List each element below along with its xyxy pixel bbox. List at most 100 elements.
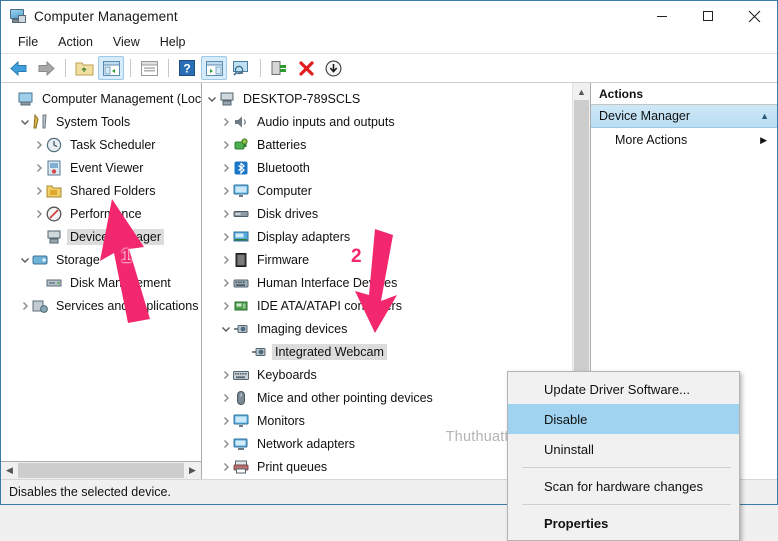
context-menu[interactable]: Update Driver Software...DisableUninstal… (507, 371, 740, 541)
maximize-button[interactable] (685, 1, 731, 31)
hscroll-track[interactable] (18, 462, 184, 479)
device-tree-item[interactable]: Firmware (202, 248, 572, 271)
device-tree-item-label: Monitors (254, 413, 308, 429)
menu-file[interactable]: File (9, 33, 47, 51)
hscroll-left-arrow[interactable]: ◀ (1, 462, 18, 479)
sidebar-item-services-and-applications[interactable]: Services and Applications (1, 294, 201, 317)
main-body: Computer Management (Local System ToolsTa… (1, 83, 777, 479)
device-tree-item-label: Integrated Webcam (272, 344, 387, 360)
tree-item-label: Storage (53, 252, 103, 268)
device-tree-item-label: Disk drives (254, 206, 321, 222)
sidebar-item-performance[interactable]: Performance (1, 202, 201, 225)
chevron-up-icon[interactable]: ▲ (760, 111, 769, 121)
svg-text:?: ? (183, 62, 190, 76)
device-tree-item[interactable]: Batteries (202, 133, 572, 156)
actions-group-device-manager[interactable]: Device Manager ▲ (591, 105, 777, 128)
chevron-right-icon[interactable] (218, 140, 233, 150)
device-tree-item[interactable]: Bluetooth (202, 156, 572, 179)
context-menu-item-scan-for-hardware-changes[interactable]: Scan for hardware changes (508, 471, 739, 501)
console-tree[interactable]: Computer Management (Local System ToolsTa… (1, 83, 201, 461)
chevron-right-icon[interactable] (218, 255, 233, 265)
chevron-right-icon[interactable] (218, 462, 233, 472)
sidebar-item-task-scheduler[interactable]: Task Scheduler (1, 133, 201, 156)
firmware-icon (233, 252, 250, 268)
chevron-right-icon[interactable] (218, 416, 233, 426)
device-tree-item[interactable]: IDE ATA/ATAPI controllers (202, 294, 572, 317)
device-tree-item[interactable]: Imaging devices (202, 317, 572, 340)
chevron-right-icon[interactable] (31, 163, 46, 173)
sidebar-item-shared-folders[interactable]: Shared Folders (1, 179, 201, 202)
chevron-down-icon[interactable] (204, 94, 219, 104)
chevron-right-icon[interactable] (218, 117, 233, 127)
device-tree-item[interactable]: Disk drives (202, 202, 572, 225)
hscroll-thumb[interactable] (18, 463, 184, 478)
show-hide-console-tree-button[interactable] (98, 56, 124, 80)
context-menu-item-disable[interactable]: Disable (508, 404, 739, 434)
device-tree-item[interactable]: Computer (202, 179, 572, 202)
context-menu-item-properties[interactable]: Properties (508, 508, 739, 538)
chevron-right-icon[interactable] (218, 370, 233, 380)
device-tree-item[interactable]: Display adapters (202, 225, 572, 248)
chevron-right-icon[interactable] (17, 301, 32, 311)
chevron-right-icon[interactable] (31, 140, 46, 150)
context-menu-item-uninstall[interactable]: Uninstall (508, 434, 739, 464)
device-tree-item[interactable]: Audio inputs and outputs (202, 110, 572, 133)
device-tree-item[interactable]: Integrated Webcam (202, 340, 572, 363)
device-tree-item-label: Imaging devices (254, 321, 350, 337)
tree-item-label: Shared Folders (67, 183, 158, 199)
back-button[interactable] (6, 56, 32, 80)
show-hide-action-pane-button[interactable] (201, 56, 227, 80)
tree-item-label: Computer Management (Local (39, 91, 201, 107)
printer-icon (233, 459, 250, 475)
chevron-right-icon[interactable] (218, 209, 233, 219)
chevron-right-icon[interactable] (218, 186, 233, 196)
sidebar-item-device-manager[interactable]: Device Manager (1, 225, 201, 248)
shared-folders-icon (46, 183, 63, 199)
vscroll-thumb[interactable] (574, 100, 589, 404)
up-folder-button[interactable] (71, 56, 97, 80)
update-driver-button[interactable] (266, 56, 292, 80)
forward-button[interactable] (33, 56, 59, 80)
device-tree-item[interactable]: Human Interface Devices (202, 271, 572, 294)
chevron-right-icon[interactable] (218, 439, 233, 449)
sidebar-item-system-tools[interactable]: System Tools (1, 110, 201, 133)
display-adapter-icon (233, 229, 250, 245)
services-icon (32, 298, 49, 314)
chevron-right-icon[interactable] (218, 301, 233, 311)
actions-item-more-actions[interactable]: More Actions ▶ (591, 128, 777, 152)
chevron-right-icon[interactable] (218, 163, 233, 173)
chevron-down-icon[interactable] (17, 255, 32, 265)
minimize-button[interactable] (639, 1, 685, 31)
close-button[interactable] (731, 1, 777, 31)
scan-monitor-button[interactable] (228, 56, 254, 80)
menu-view[interactable]: View (104, 33, 149, 51)
chevron-right-icon[interactable] (218, 393, 233, 403)
sidebar-item-event-viewer[interactable]: Event Viewer (1, 156, 201, 179)
sidebar-item-storage[interactable]: Storage (1, 248, 201, 271)
device-tree-item-label: Computer (254, 183, 315, 199)
chevron-right-icon[interactable] (218, 232, 233, 242)
disable-button[interactable] (320, 56, 346, 80)
context-menu-item-update-driver-software[interactable]: Update Driver Software... (508, 374, 739, 404)
sidebar-item-disk-management[interactable]: Disk Management (1, 271, 201, 294)
context-menu-separator (522, 467, 731, 468)
chevron-right-icon[interactable] (218, 278, 233, 288)
chevron-right-icon[interactable] (31, 186, 46, 196)
help-button[interactable]: ? (174, 56, 200, 80)
device-tree-item-label: Network adapters (254, 436, 358, 452)
uninstall-button[interactable] (293, 56, 319, 80)
hscroll-right-arrow[interactable]: ▶ (184, 462, 201, 479)
menu-action[interactable]: Action (49, 33, 102, 51)
toolbar-separator-4 (260, 59, 261, 77)
performance-icon (46, 206, 63, 222)
sidebar-item-computer-management-local[interactable]: Computer Management (Local (1, 87, 201, 110)
chevron-down-icon[interactable] (218, 324, 233, 334)
console-tree-hscrollbar[interactable]: ◀ ▶ (1, 461, 201, 479)
properties-button[interactable] (136, 56, 162, 80)
menu-help[interactable]: Help (151, 33, 195, 51)
vscroll-up-arrow[interactable]: ▲ (573, 83, 590, 100)
annotation-number-2: 2 (351, 246, 362, 268)
chevron-down-icon[interactable] (17, 117, 32, 127)
device-tree-root[interactable]: DESKTOP-789SCLS (202, 87, 572, 110)
chevron-right-icon[interactable] (31, 209, 46, 219)
